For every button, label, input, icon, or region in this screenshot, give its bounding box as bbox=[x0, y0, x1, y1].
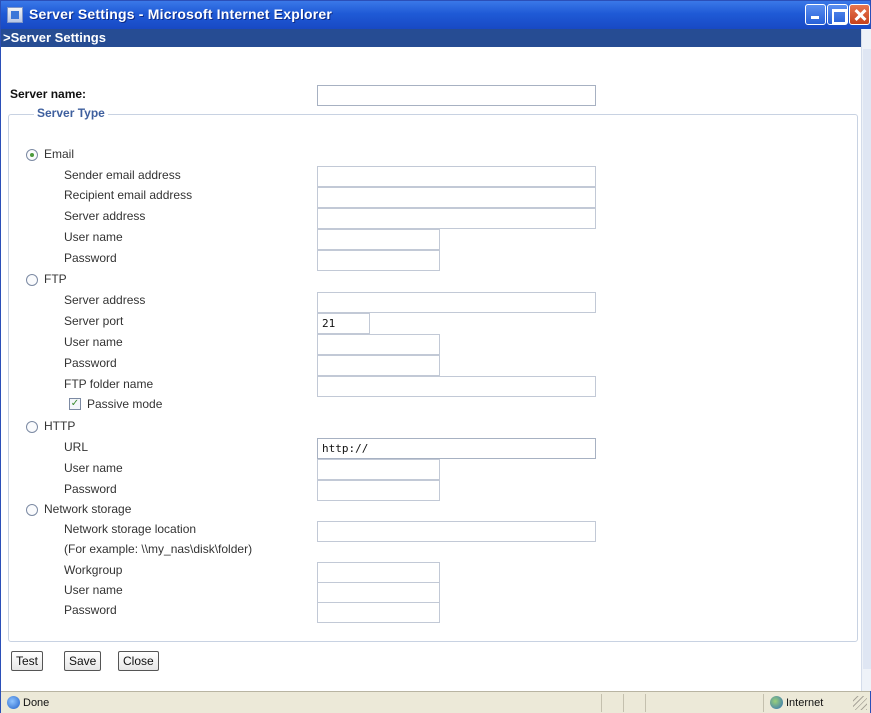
status-bar: Done Internet bbox=[1, 691, 870, 713]
ftp-radio-label: FTP bbox=[44, 272, 67, 286]
email-server-address-input[interactable] bbox=[317, 208, 596, 229]
http-password-input[interactable] bbox=[317, 480, 440, 501]
ftp-user-name-label: User name bbox=[64, 335, 123, 349]
status-divider bbox=[601, 694, 602, 712]
server-name-input[interactable] bbox=[317, 85, 596, 106]
minimize-button[interactable] bbox=[805, 4, 826, 25]
status-divider bbox=[623, 694, 624, 712]
network-storage-radio-label: Network storage bbox=[44, 502, 132, 516]
scrollbar-thumb[interactable] bbox=[863, 49, 871, 669]
http-password-label: Password bbox=[64, 482, 117, 496]
test-button[interactable]: Test bbox=[11, 651, 44, 671]
page-done-icon bbox=[7, 696, 20, 709]
ftp-server-port-label: Server port bbox=[64, 314, 124, 328]
sender-email-label: Sender email address bbox=[64, 168, 181, 182]
email-user-name-label: User name bbox=[64, 230, 123, 244]
http-url-input[interactable] bbox=[317, 438, 596, 459]
email-user-name-input[interactable] bbox=[317, 229, 440, 250]
workgroup-input[interactable] bbox=[317, 562, 440, 583]
save-button[interactable]: Save bbox=[64, 651, 102, 671]
window-title: Server Settings - Microsoft Internet Exp… bbox=[29, 6, 333, 22]
http-user-name-input[interactable] bbox=[317, 459, 440, 480]
passive-mode-checkbox[interactable]: ✓ bbox=[69, 398, 81, 410]
ftp-password-input[interactable] bbox=[317, 355, 440, 376]
status-text: Done bbox=[23, 697, 50, 709]
workgroup-label: Workgroup bbox=[64, 563, 123, 577]
nas-user-name-input[interactable] bbox=[317, 582, 440, 603]
security-zone-text: Internet bbox=[786, 697, 824, 709]
internet-globe-icon bbox=[770, 696, 783, 709]
http-url-label: URL bbox=[64, 440, 89, 454]
http-radio-label: HTTP bbox=[44, 419, 76, 433]
sender-email-input[interactable] bbox=[317, 166, 596, 187]
network-storage-location-label: Network storage location bbox=[64, 522, 197, 536]
ie-page-icon bbox=[7, 7, 23, 23]
status-divider bbox=[763, 694, 764, 712]
passive-mode-label: Passive mode bbox=[87, 397, 163, 411]
ftp-radio[interactable] bbox=[26, 274, 38, 286]
server-name-label: Server name: bbox=[10, 87, 87, 101]
ftp-folder-name-input[interactable] bbox=[317, 376, 596, 397]
nas-password-label: Password bbox=[64, 603, 117, 617]
resize-grip[interactable] bbox=[853, 696, 867, 710]
page-header: >Server Settings bbox=[1, 29, 861, 47]
network-storage-location-input[interactable] bbox=[317, 521, 596, 542]
ftp-password-label: Password bbox=[64, 356, 117, 370]
email-radio-label: Email bbox=[44, 147, 75, 161]
network-storage-radio[interactable] bbox=[26, 504, 38, 516]
ftp-server-address-input[interactable] bbox=[317, 292, 596, 313]
ftp-user-name-input[interactable] bbox=[317, 334, 440, 355]
browser-window: Server Settings - Microsoft Internet Exp… bbox=[0, 0, 871, 713]
http-user-name-label: User name bbox=[64, 461, 123, 475]
email-radio[interactable] bbox=[26, 149, 38, 161]
maximize-button[interactable] bbox=[827, 4, 848, 25]
nas-user-name-label: User name bbox=[64, 583, 123, 597]
nas-password-input[interactable] bbox=[317, 602, 440, 623]
recipient-email-input[interactable] bbox=[317, 187, 596, 208]
server-type-legend: Server Type bbox=[34, 106, 108, 120]
ftp-server-port-input[interactable] bbox=[317, 313, 370, 334]
email-password-input[interactable] bbox=[317, 250, 440, 271]
ftp-folder-name-label: FTP folder name bbox=[64, 377, 154, 391]
title-bar[interactable]: Server Settings - Microsoft Internet Exp… bbox=[1, 1, 870, 29]
email-password-label: Password bbox=[64, 251, 117, 265]
close-window-button[interactable] bbox=[849, 4, 870, 25]
vertical-scrollbar[interactable] bbox=[861, 29, 871, 691]
status-divider bbox=[645, 694, 646, 712]
network-storage-example-hint: (For example: \\my_nas\disk\folder) bbox=[64, 542, 253, 556]
close-button[interactable]: Close bbox=[118, 651, 159, 671]
email-server-address-label: Server address bbox=[64, 209, 146, 223]
ftp-server-address-label: Server address bbox=[64, 293, 146, 307]
http-radio[interactable] bbox=[26, 421, 38, 433]
recipient-email-label: Recipient email address bbox=[64, 188, 193, 202]
